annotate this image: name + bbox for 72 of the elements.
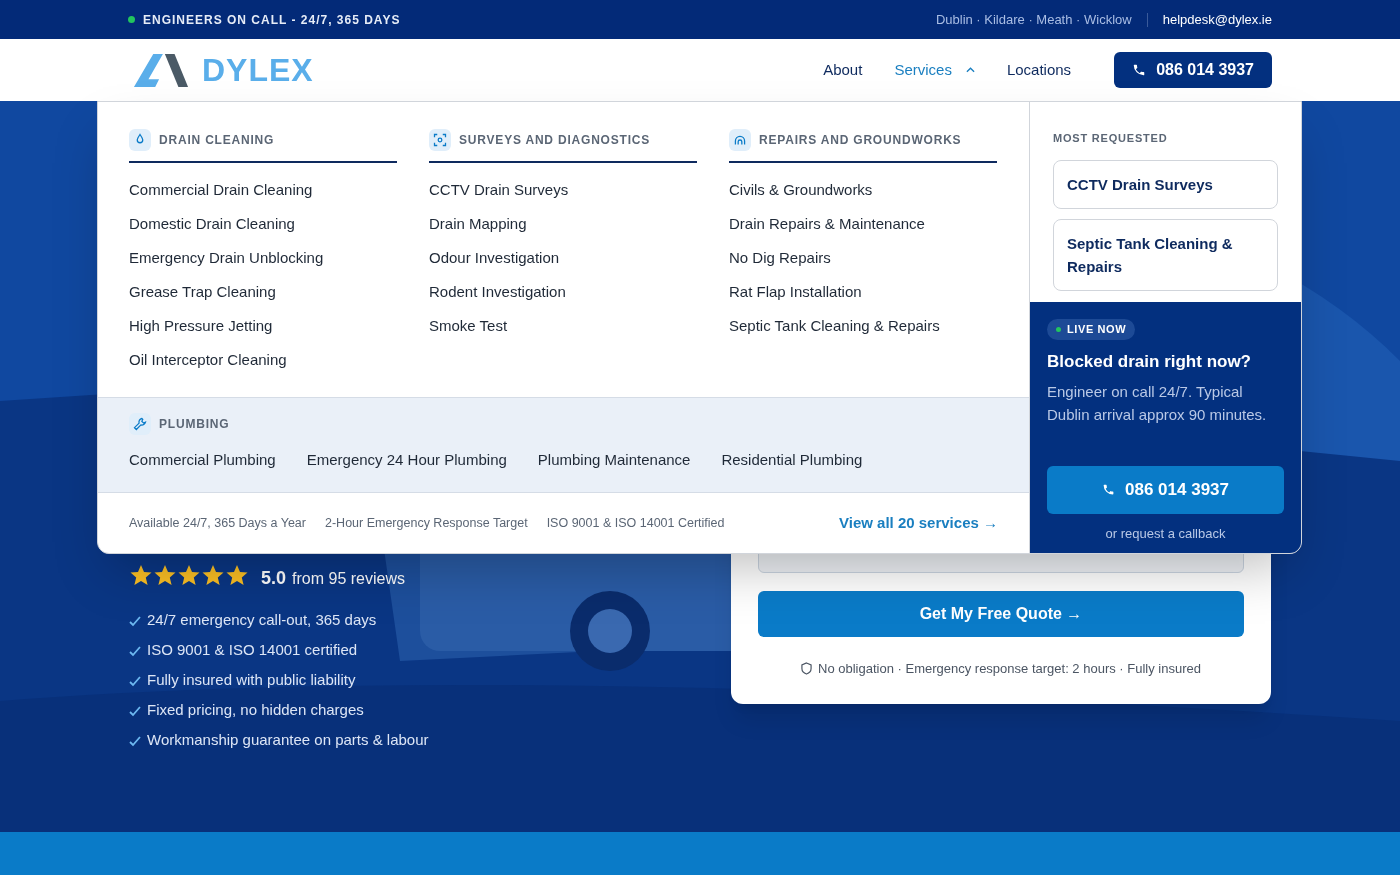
service-link[interactable]: No Dig Repairs (729, 247, 997, 269)
star-icon (201, 563, 225, 587)
shield-icon (801, 662, 812, 676)
nav-link[interactable]: Services (894, 58, 975, 82)
quote-button[interactable]: Get My Free Quote → (758, 591, 1244, 637)
view-all-link[interactable]: View all 20 services → (839, 511, 998, 535)
live-badge: LIVE NOW (1047, 319, 1136, 340)
service-link[interactable]: Septic Tank Cleaning & Repairs (729, 315, 997, 337)
status-text: ENGINEERS ON CALL - 24/7, 365 DAYS (143, 11, 401, 29)
feature-text: Fixed pricing, no hidden charges (147, 700, 364, 721)
service-link[interactable]: Odour Investigation (429, 247, 697, 269)
callback-link[interactable]: or request a callback (1105, 523, 1226, 543)
live-title: Blocked drain right now? (1047, 351, 1252, 373)
popular-service-card[interactable]: Septic Tank Cleaning & Repairs (1053, 218, 1278, 291)
category-heading: SURVEYS AND DIAGNOSTICS (459, 132, 651, 149)
service-link[interactable]: Smoke Test (429, 315, 697, 337)
nav-link[interactable]: Locations (1006, 58, 1072, 82)
service-areas: Dublin · Kildare · Meath · Wicklow (935, 9, 1132, 30)
star-icon (153, 563, 177, 587)
feature-text: ISO 9001 & ISO 14001 certified (147, 640, 358, 661)
nav-link[interactable]: About (823, 58, 863, 82)
form-note: No obligation · Emergency response target: 2 hours · Fully insured (818, 660, 1201, 678)
phone-icon (1102, 483, 1115, 496)
check-icon (129, 614, 141, 627)
category-heading: DRAIN CLEANING (159, 132, 275, 149)
service-link[interactable]: Rodent Investigation (429, 281, 697, 303)
email-link[interactable]: helpdesk@dylex.ie (1162, 9, 1272, 30)
service-link[interactable]: Emergency Drain Unblocking (129, 247, 397, 269)
service-link[interactable]: Domestic Drain Cleaning (129, 213, 397, 235)
fact-text: 2-Hour Emergency Response Target (325, 514, 528, 532)
section-heading: MOST REQUESTED (1053, 131, 1169, 146)
service-link[interactable]: Commercial Drain Cleaning (129, 179, 397, 201)
feature-text: 24/7 emergency call-out, 365 days (147, 610, 377, 631)
category-heading: REPAIRS AND GROUNDWORKS (759, 132, 962, 149)
popular-service-card[interactable]: CCTV Drain Surveys (1053, 159, 1278, 209)
service-link[interactable]: Oil Interceptor Cleaning (129, 349, 397, 371)
service-link[interactable]: Plumbing Maintenance (537, 449, 691, 472)
check-icon (129, 674, 141, 687)
phone-icon (1132, 63, 1147, 77)
service-link[interactable]: Emergency 24 Hour Plumbing (306, 449, 507, 472)
fact-text: Available 24/7, 365 Days a Year (129, 514, 306, 532)
check-icon (129, 704, 141, 717)
service-link[interactable]: High Pressure Jetting (129, 315, 397, 337)
wrench-icon (129, 413, 151, 435)
star-icon (177, 563, 201, 587)
live-text: Engineer on call 24/7. Typical Dublin arrival approx 90 minutes. (1047, 381, 1268, 425)
service-link[interactable]: Commercial Plumbing (129, 449, 276, 472)
service-link[interactable]: Rat Flap Installation (729, 281, 997, 303)
call-button[interactable]: 086 014 3937 (1047, 465, 1284, 514)
scan-icon (429, 129, 451, 151)
service-link[interactable]: Civils & Groundworks (729, 179, 997, 201)
feature-text: Fully insured with public liability (147, 670, 356, 691)
star-icon (129, 563, 153, 587)
category-heading: PLUMBING (159, 416, 230, 433)
check-icon (129, 644, 141, 657)
service-link[interactable]: Drain Repairs & Maintenance (729, 213, 997, 235)
service-link[interactable]: Grease Trap Cleaning (129, 281, 397, 303)
logo-icon (132, 52, 190, 88)
service-link[interactable]: Drain Mapping (429, 213, 697, 235)
fact-text: ISO 9001 & ISO 14001 Certified (546, 514, 725, 532)
drop-icon (129, 129, 151, 151)
service-link[interactable]: CCTV Drain Surveys (429, 179, 697, 201)
logo-text: DYLEX (202, 51, 314, 90)
caret-up-icon (965, 67, 975, 73)
feature-text: Workmanship guarantee on parts & labour (147, 730, 429, 751)
service-link[interactable]: Residential Plumbing (721, 449, 863, 472)
star-icon (225, 563, 249, 587)
arch-icon (729, 129, 751, 151)
phone-button[interactable]: 086 014 3937 (1114, 52, 1272, 88)
check-icon (129, 734, 141, 747)
review-count: from 95 reviews (292, 569, 405, 589)
rating-value: 5.0 (261, 567, 287, 590)
